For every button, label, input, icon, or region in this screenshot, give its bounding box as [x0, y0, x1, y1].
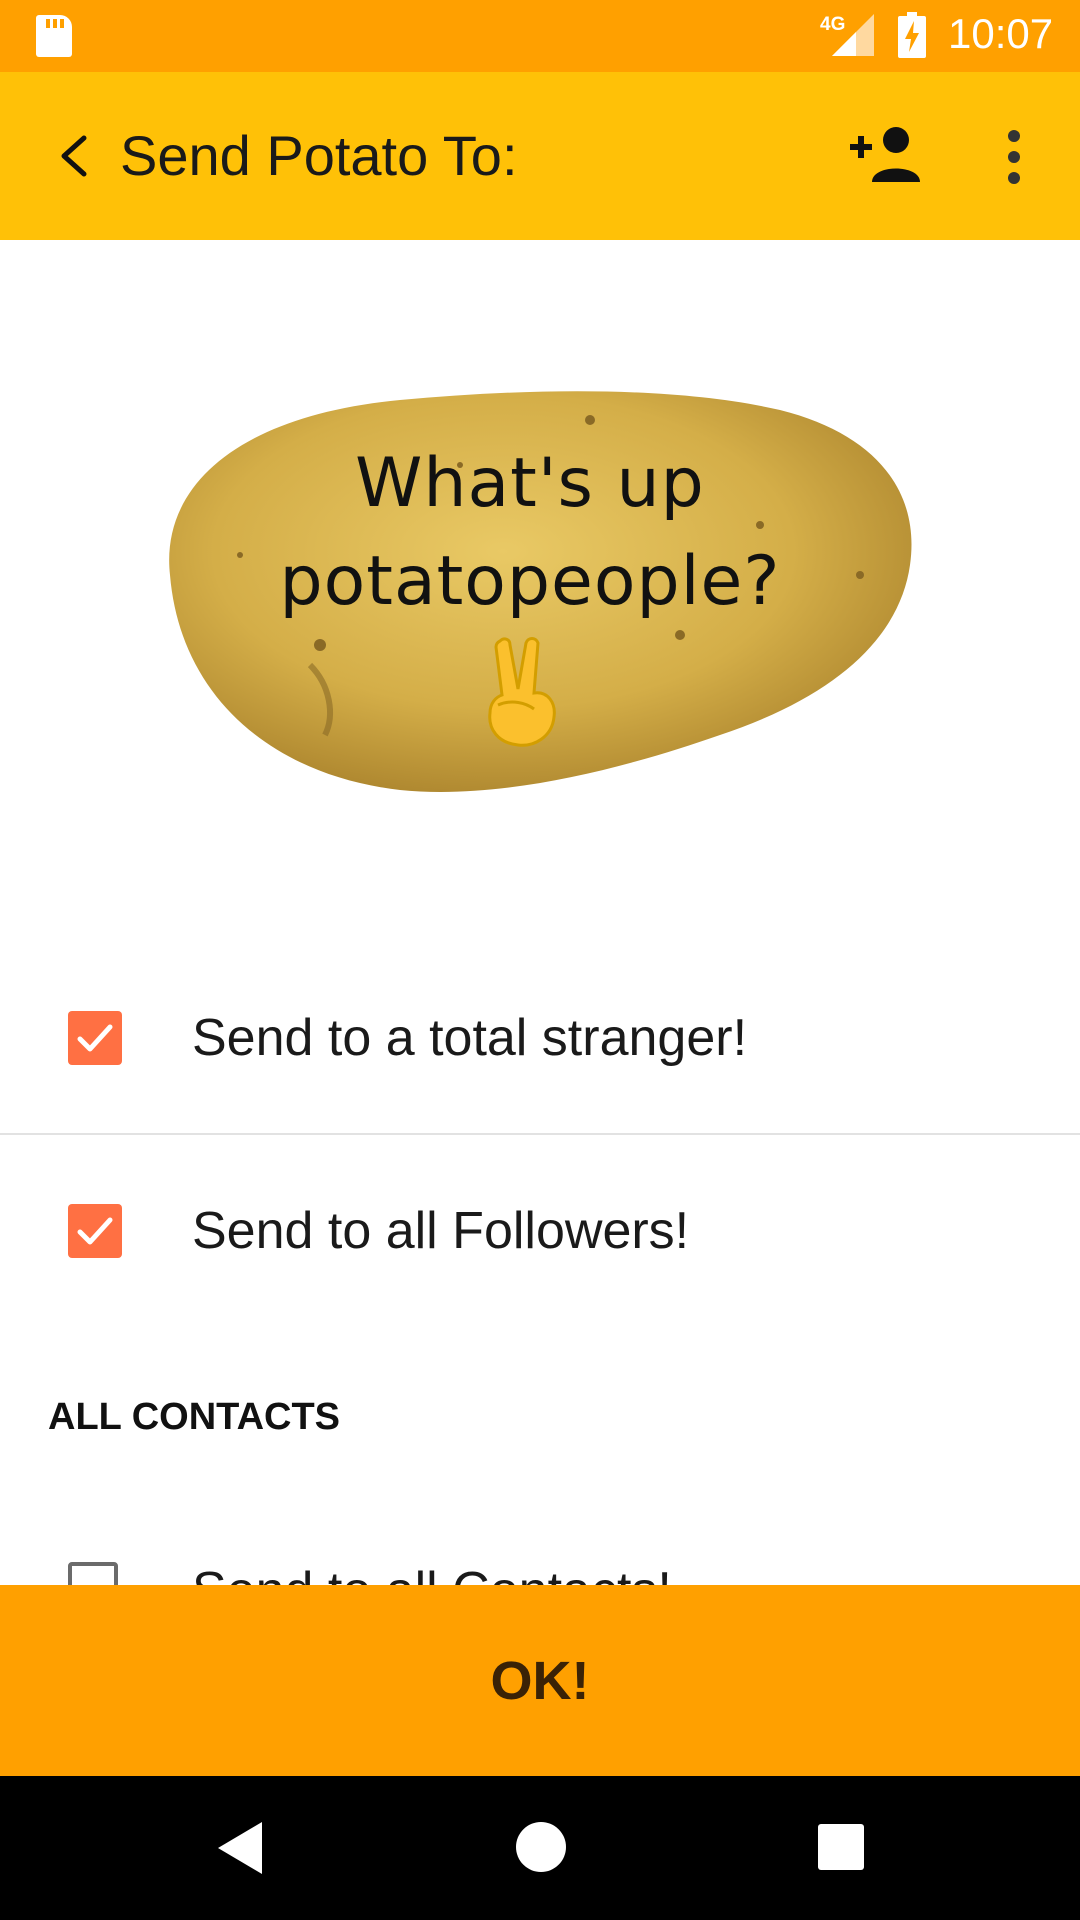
- option-label: Send to all Contacts!: [192, 1560, 672, 1586]
- clock: 10:07: [948, 10, 1054, 57]
- checkmark-icon: [77, 1217, 113, 1245]
- potato-message: What's up potatopeople?: [160, 435, 900, 631]
- potato-message-line2: potatopeople?: [279, 542, 781, 621]
- potato-message-line1: What's up: [355, 444, 705, 523]
- battery-charging-icon: [898, 12, 926, 58]
- system-nav-bar: [0, 1776, 1080, 1920]
- nav-back-icon[interactable]: [214, 1820, 266, 1876]
- overflow-menu-icon[interactable]: [996, 128, 1032, 186]
- divider: [0, 1133, 1080, 1135]
- checkbox-contacts[interactable]: [68, 1562, 118, 1586]
- option-row-contacts[interactable]: Send to all Contacts!: [0, 1520, 1080, 1586]
- page-title: Send Potato To:: [120, 124, 518, 187]
- nav-recents-icon[interactable]: [818, 1824, 864, 1870]
- option-label: Send to a total stranger!: [192, 1009, 748, 1067]
- section-header-contacts: ALL CONTACTS: [48, 1396, 341, 1438]
- peace-hand-icon: [488, 637, 556, 747]
- option-row-followers[interactable]: Send to all Followers!: [0, 1138, 1080, 1328]
- status-bar: 4G 10:07: [0, 0, 1080, 72]
- option-label: Send to all Followers!: [192, 1202, 690, 1260]
- ok-button[interactable]: OK!: [0, 1585, 1080, 1776]
- add-person-icon[interactable]: [850, 124, 924, 184]
- ok-button-label: OK!: [490, 1650, 590, 1711]
- option-row-stranger[interactable]: Send to a total stranger!: [0, 945, 1080, 1135]
- sd-card-icon: [36, 15, 72, 57]
- app-bar: Send Potato To:: [0, 72, 1080, 240]
- signal-icon: [832, 14, 874, 56]
- checkbox-stranger[interactable]: [68, 1011, 122, 1065]
- nav-home-icon[interactable]: [516, 1822, 566, 1872]
- back-arrow-icon[interactable]: [46, 124, 106, 188]
- potato-preview: What's up potatopeople?: [160, 375, 920, 805]
- checkbox-followers[interactable]: [68, 1204, 122, 1258]
- checkmark-icon: [77, 1024, 113, 1052]
